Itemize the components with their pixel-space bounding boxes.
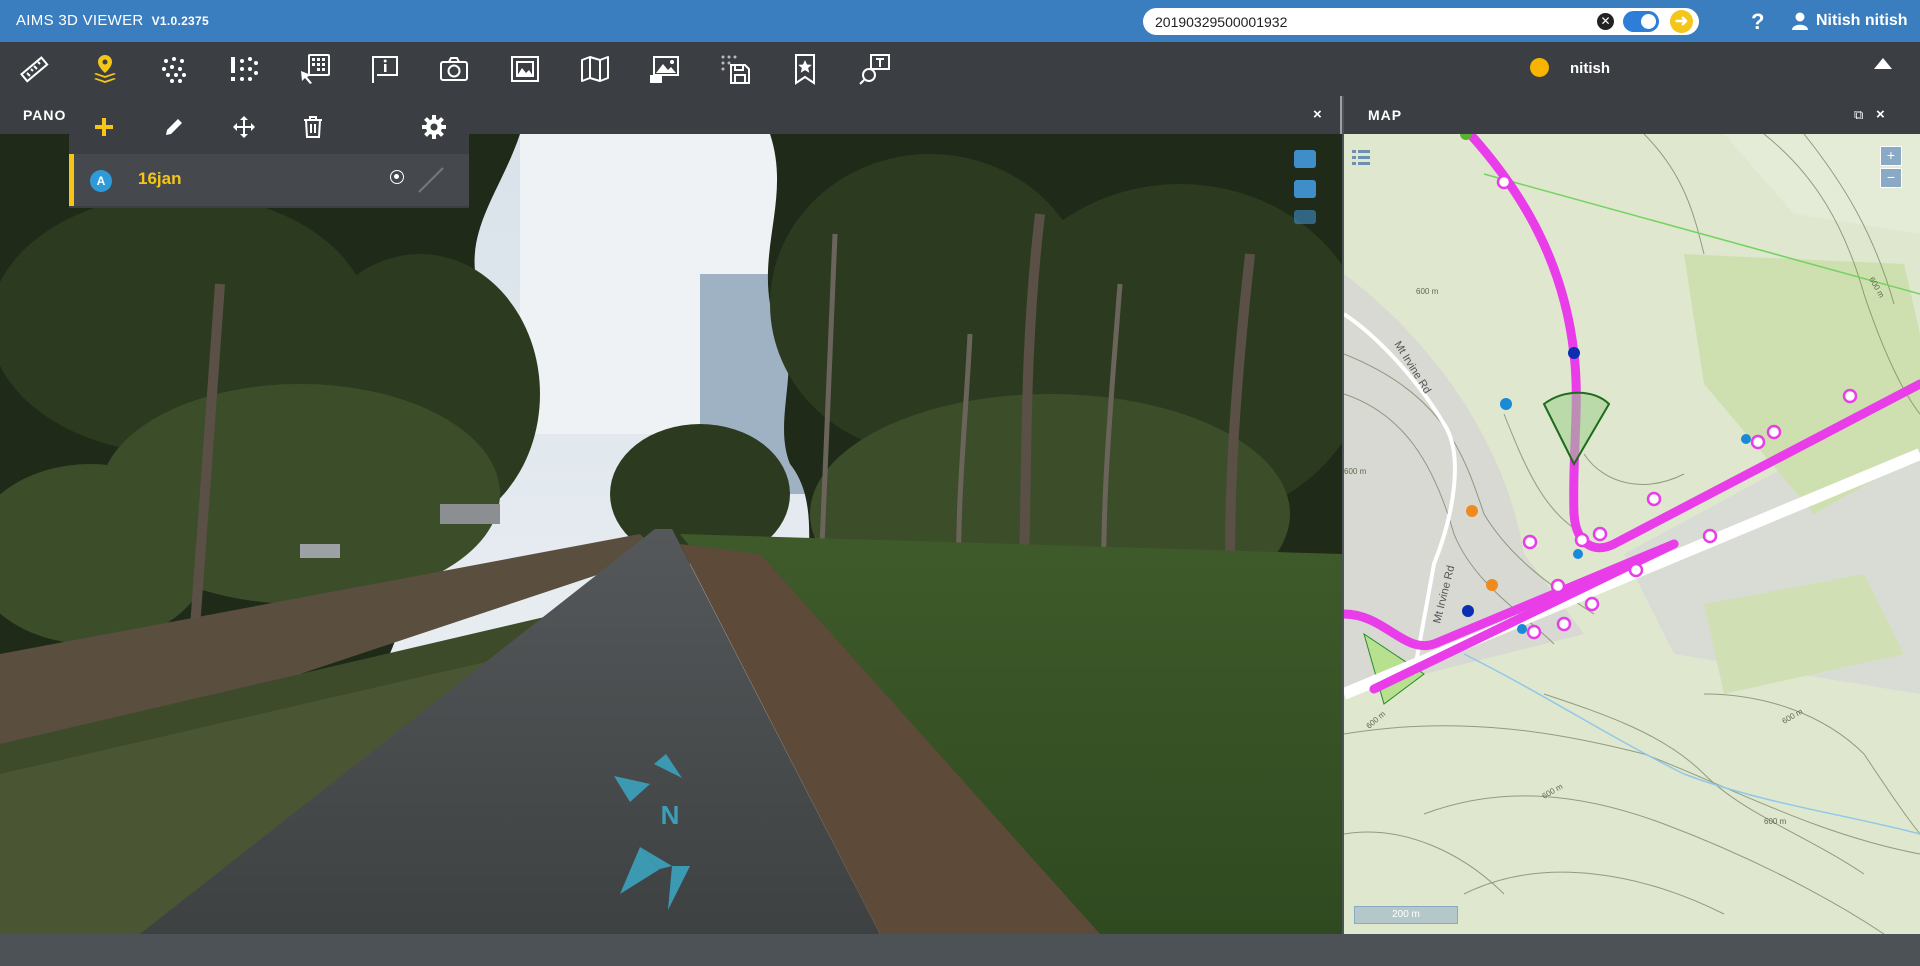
- main-toolbar: [0, 42, 1920, 96]
- pano-view-controls[interactable]: [1294, 150, 1316, 224]
- layer-list-icon[interactable]: [1352, 150, 1370, 165]
- app-header: AIMS 3D VIEWER V1.0.2375 ✕ ➜ ? Nitish nit…: [0, 0, 1920, 42]
- toggle-knob: [1641, 14, 1656, 29]
- search-sign-icon[interactable]: [847, 42, 903, 96]
- plus-icon[interactable]: [87, 110, 121, 144]
- app-version: V1.0.2375: [151, 14, 209, 28]
- layer-badge: A: [90, 170, 112, 192]
- status-user: nitish: [1570, 60, 1610, 77]
- panorama-image: N: [0, 134, 1342, 934]
- pano-close-icon[interactable]: ×: [1313, 106, 1322, 123]
- contour-label: 600 m: [1764, 817, 1787, 826]
- search-input[interactable]: [1155, 12, 1595, 31]
- status-bar: [0, 934, 1920, 966]
- camera-icon[interactable]: [426, 42, 482, 96]
- dot-grid-icon[interactable]: [146, 42, 202, 96]
- gear-icon[interactable]: [417, 110, 451, 144]
- compass-north-label: N: [661, 800, 680, 830]
- map-title: MAP: [1368, 107, 1403, 123]
- collapse-toolbar-icon[interactable]: [1874, 58, 1892, 69]
- bookmark-star-icon[interactable]: [777, 42, 833, 96]
- map-panel-header: MAP ⧉ ×: [1344, 96, 1920, 134]
- user-name: Nitish nitish: [1816, 12, 1908, 29]
- keypad-pointer-icon[interactable]: [287, 42, 343, 96]
- info-flag-icon[interactable]: [356, 42, 412, 96]
- user-icon: [1792, 12, 1808, 30]
- map-canvas: Mt Irvine Rd Mt Irvine Rd 600 m 600 m 60…: [1344, 134, 1920, 934]
- pencil-icon[interactable]: [157, 110, 191, 144]
- panorama-view[interactable]: N: [0, 134, 1342, 934]
- toggle-switch[interactable]: [1623, 11, 1659, 32]
- status-indicator: [1530, 58, 1549, 77]
- zoom-in-button[interactable]: +: [1880, 146, 1902, 166]
- contour-label: 600 m: [1344, 467, 1367, 476]
- frame-image-icon[interactable]: [497, 42, 553, 96]
- layer-panel: A 16jan: [69, 96, 469, 208]
- marker-layers-icon[interactable]: [77, 42, 133, 96]
- alert-grid-icon[interactable]: [216, 42, 272, 96]
- save-grid-icon[interactable]: [707, 42, 763, 96]
- close-circle-icon[interactable]: ✕: [1597, 13, 1614, 30]
- help-icon[interactable]: ?: [1751, 9, 1764, 35]
- line-style-icon[interactable]: [417, 166, 445, 194]
- popout-icon[interactable]: ⧉: [1854, 107, 1863, 123]
- app-title: AIMS 3D VIEWER V1.0.2375: [16, 12, 209, 29]
- search-box: ✕ ➜: [1143, 8, 1699, 35]
- user-menu[interactable]: Nitish nitish: [1792, 12, 1908, 30]
- scale-bar: 200 m: [1354, 906, 1458, 924]
- zoom-out-button[interactable]: −: [1880, 168, 1902, 188]
- map-close-icon[interactable]: ×: [1876, 106, 1885, 123]
- layer-name: 16jan: [138, 169, 182, 188]
- app-name: AIMS 3D VIEWER: [16, 12, 144, 29]
- pano-title: PANO: [23, 107, 67, 123]
- map-icon[interactable]: [567, 42, 623, 96]
- move-icon[interactable]: [227, 110, 261, 144]
- ruler-icon[interactable]: [6, 42, 62, 96]
- contour-label: 600 m: [1416, 287, 1439, 296]
- trash-icon[interactable]: [296, 110, 330, 144]
- image-pin-icon[interactable]: [636, 42, 692, 96]
- arrow-right-circle-icon[interactable]: ➜: [1670, 10, 1693, 33]
- map-view[interactable]: Mt Irvine Rd Mt Irvine Rd 600 m 600 m 60…: [1344, 134, 1920, 934]
- target-icon[interactable]: [390, 170, 404, 184]
- layer-row[interactable]: A 16jan: [69, 154, 469, 206]
